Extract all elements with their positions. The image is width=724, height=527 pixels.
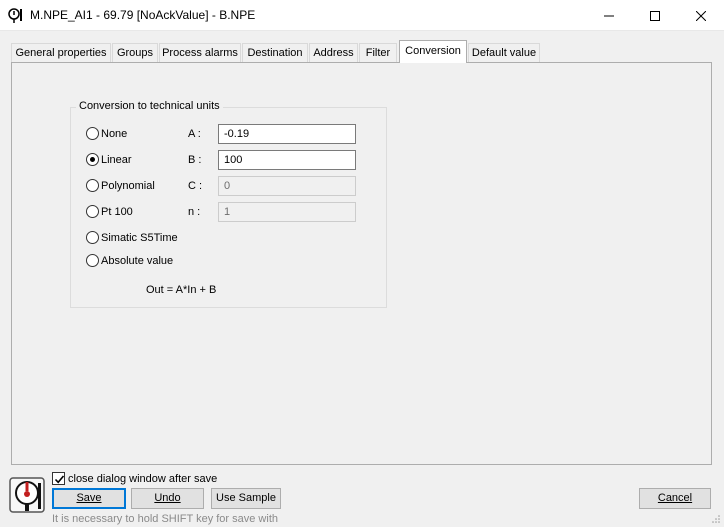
b-label: B : bbox=[188, 154, 202, 166]
undo-button-label: Undo bbox=[154, 492, 181, 504]
radio-label: None bbox=[101, 127, 128, 140]
cancel-button-label: Cancel bbox=[657, 492, 693, 504]
title-bar: M.NPE_AI1 - 69.79 [NoAckValue] - B.NPE bbox=[0, 0, 724, 31]
undo-button[interactable]: Undo bbox=[131, 488, 204, 509]
tab-conversion[interactable]: Conversion bbox=[399, 40, 467, 63]
radio-label: Simatic S5Time bbox=[101, 231, 178, 244]
a-input[interactable]: -0.19 bbox=[218, 124, 356, 144]
radio-button[interactable] bbox=[86, 231, 99, 244]
radio-polynomial[interactable]: Polynomial bbox=[86, 179, 155, 192]
radio-label: Linear bbox=[101, 153, 132, 166]
save-hint-text: It is necessary to hold SHIFT key for sa… bbox=[52, 513, 278, 525]
tab-process-alarms[interactable]: Process alarms bbox=[159, 43, 241, 62]
tab-address[interactable]: Address bbox=[309, 43, 358, 62]
tab-destination[interactable]: Destination bbox=[242, 43, 308, 62]
radio-button[interactable] bbox=[86, 127, 99, 140]
radio-simatic-s5time[interactable]: Simatic S5Time bbox=[86, 231, 178, 244]
radio-button[interactable] bbox=[86, 153, 99, 166]
tab-general-properties[interactable]: General properties bbox=[11, 43, 111, 62]
tab-default-value[interactable]: Default value bbox=[468, 43, 540, 62]
radio-label: Absolute value bbox=[101, 254, 174, 267]
close-button[interactable] bbox=[678, 0, 724, 31]
close-after-save-checkbox[interactable] bbox=[52, 472, 65, 485]
save-button[interactable]: Save bbox=[52, 488, 126, 509]
app-icon bbox=[8, 8, 22, 23]
radio-button[interactable] bbox=[86, 254, 99, 267]
formula-text: Out = A*In + B bbox=[146, 284, 217, 296]
conversion-groupbox: Conversion to technical units None Linea… bbox=[70, 100, 387, 308]
app-logo-icon bbox=[9, 477, 45, 513]
radio-button[interactable] bbox=[86, 179, 99, 192]
c-input: 0 bbox=[218, 176, 356, 196]
use-sample-button-label: Use Sample bbox=[216, 492, 276, 504]
radio-button[interactable] bbox=[86, 205, 99, 218]
radio-linear[interactable]: Linear bbox=[86, 153, 132, 166]
tab-filter[interactable]: Filter bbox=[359, 43, 397, 62]
c-label: C : bbox=[188, 180, 203, 192]
close-after-save-option[interactable]: close dialog window after save bbox=[52, 472, 217, 485]
radio-label: Polynomial bbox=[101, 179, 155, 192]
conversion-panel: Conversion to technical units None Linea… bbox=[11, 62, 712, 465]
radio-label: Pt 100 bbox=[101, 205, 133, 218]
n-label: n : bbox=[188, 206, 201, 218]
a-label: A : bbox=[188, 128, 201, 140]
radio-pt100[interactable]: Pt 100 bbox=[86, 205, 133, 218]
radio-absolute-value[interactable]: Absolute value bbox=[86, 254, 173, 267]
tab-groups[interactable]: Groups bbox=[112, 43, 158, 62]
maximize-icon bbox=[650, 10, 660, 21]
use-sample-button[interactable]: Use Sample bbox=[211, 488, 281, 509]
minimize-button[interactable] bbox=[586, 0, 632, 31]
window-title: M.NPE_AI1 - 69.79 [NoAckValue] - B.NPE bbox=[30, 8, 256, 22]
cancel-button[interactable]: Cancel bbox=[639, 488, 711, 509]
save-button-label: Save bbox=[76, 492, 102, 504]
b-input[interactable]: 100 bbox=[218, 150, 356, 170]
checkmark-icon bbox=[54, 475, 65, 484]
minimize-icon bbox=[604, 15, 614, 16]
close-after-save-label: close dialog window after save bbox=[68, 472, 218, 485]
maximize-button[interactable] bbox=[632, 0, 678, 31]
radio-none[interactable]: None bbox=[86, 127, 127, 140]
n-input: 1 bbox=[218, 202, 356, 222]
close-icon bbox=[696, 10, 706, 21]
groupbox-title: Conversion to technical units bbox=[76, 100, 223, 112]
resize-grip-icon[interactable] bbox=[711, 514, 721, 524]
